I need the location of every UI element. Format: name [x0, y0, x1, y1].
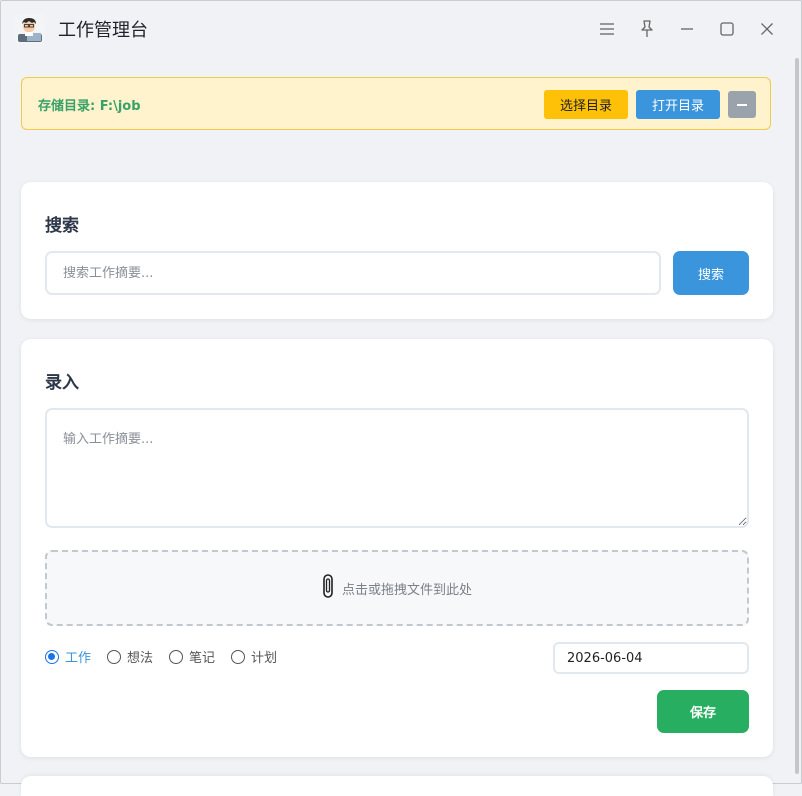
app-avatar-icon [15, 14, 45, 44]
search-card: 搜索 搜索 [21, 182, 773, 319]
entry-textarea[interactable] [45, 408, 749, 528]
radio-plan[interactable]: 计划 [231, 647, 277, 666]
open-directory-button[interactable]: 打开目录 [636, 90, 720, 119]
dropzone-text: 点击或拖拽文件到此处 [341, 582, 472, 598]
radio-label: 笔记 [189, 651, 216, 666]
minus-icon [737, 103, 747, 106]
storage-path: 存储目录: F:\job [38, 99, 141, 114]
storage-bar: 存储目录: F:\job 选择目录 打开目录 [21, 77, 771, 130]
radio-button[interactable] [169, 649, 184, 664]
radio-idea[interactable]: 想法 [107, 647, 153, 666]
radio-label: 工作 [65, 651, 92, 666]
window-controls [587, 15, 787, 43]
date-field[interactable]: 2026-06-04 [553, 642, 749, 674]
maximize-icon[interactable] [707, 15, 747, 43]
title-bar: 工作管理台 [1, 1, 801, 57]
app-title: 工作管理台 [58, 20, 148, 41]
paperclip-icon [322, 574, 334, 602]
search-button[interactable]: 搜索 [673, 251, 749, 295]
search-title: 搜索 [45, 216, 79, 236]
entry-title: 录入 [45, 373, 79, 393]
radio-button[interactable] [107, 649, 122, 664]
radio-work[interactable]: 工作 [45, 647, 91, 666]
scroll-thumb[interactable] [795, 58, 799, 774]
radio-note[interactable]: 笔记 [169, 647, 215, 666]
radio-label: 想法 [127, 651, 154, 666]
next-card-edge [21, 776, 773, 796]
menu-icon[interactable] [587, 15, 627, 43]
minimize-icon[interactable] [667, 15, 707, 43]
save-button[interactable]: 保存 [657, 690, 749, 733]
pin-icon[interactable] [627, 15, 667, 43]
collapse-button[interactable] [728, 91, 756, 118]
select-directory-button[interactable]: 选择目录 [544, 90, 628, 119]
radio-button[interactable] [45, 649, 59, 664]
file-dropzone[interactable]: 点击或拖拽文件到此处 [45, 550, 749, 626]
scrollbar[interactable] [794, 58, 800, 774]
radio-button[interactable] [231, 649, 246, 664]
entry-card: 录入 点击或拖拽文件到此处 工作 想法 笔记 计划 2026-06-04 保存 [21, 339, 773, 757]
close-icon[interactable] [747, 15, 787, 43]
category-radio-group: 工作 想法 笔记 计划 [45, 647, 293, 666]
search-input[interactable] [45, 251, 661, 295]
radio-label: 计划 [251, 651, 278, 666]
